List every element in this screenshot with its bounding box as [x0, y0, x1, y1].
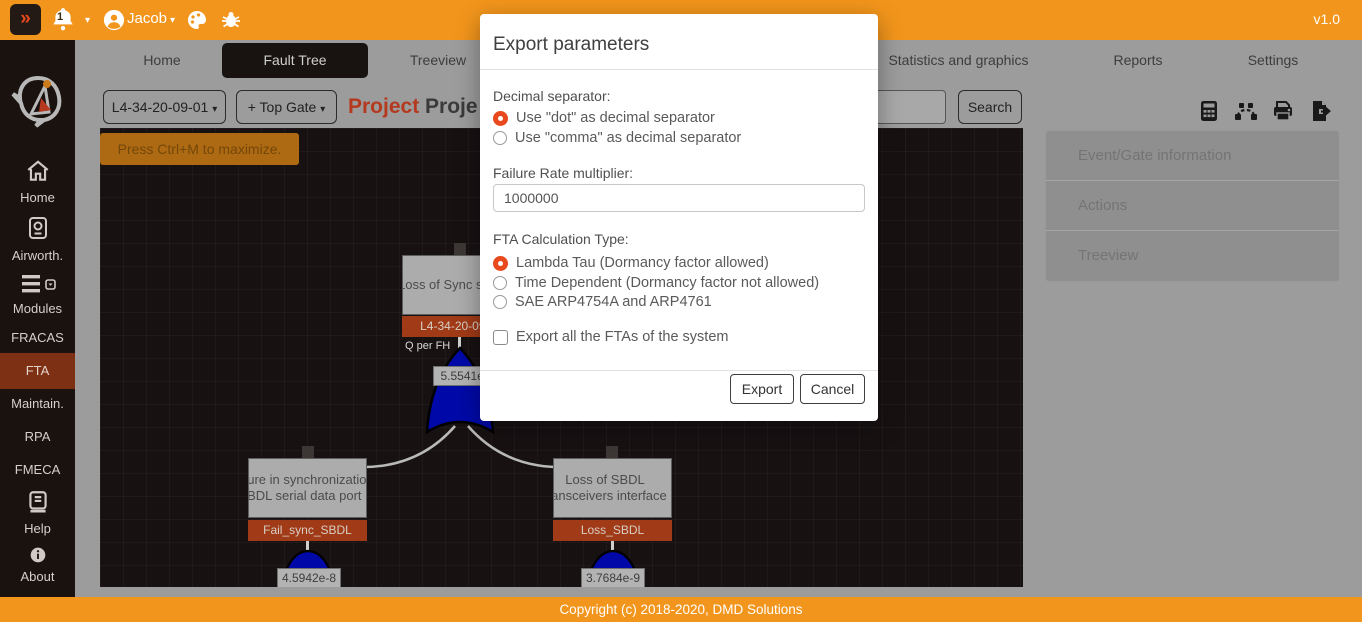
- cancel-button[interactable]: Cancel: [800, 374, 865, 404]
- radio-selected-icon[interactable]: [493, 256, 508, 271]
- export-file-icon[interactable]: [1308, 99, 1332, 128]
- sidebar-item-label: FRACAS: [11, 330, 64, 345]
- fault-node-right-code[interactable]: Loss_SBDL: [553, 520, 672, 541]
- sidebar-item-label: FTA: [26, 363, 50, 378]
- checkbox-unchecked-icon[interactable]: [493, 330, 508, 345]
- sidebar-item-airworthiness[interactable]: Airworth.: [0, 216, 75, 263]
- radio-selected-icon[interactable]: [493, 111, 508, 126]
- notification-count-badge: 1: [57, 11, 63, 23]
- connector-stub: [454, 243, 466, 255]
- radio-lambda-tau[interactable]: Lambda Tau (Dormancy factor allowed): [493, 255, 769, 271]
- tab-settings[interactable]: Settings: [1240, 43, 1306, 78]
- radio-sae-arp[interactable]: SAE ARP4754A and ARP4761: [493, 294, 712, 310]
- print-icon[interactable]: [1271, 99, 1295, 128]
- sidebar-item-label: RPA: [25, 429, 51, 444]
- failure-rate-multiplier-input[interactable]: [493, 184, 865, 212]
- sidebar-item-fracas[interactable]: FRACAS: [0, 330, 75, 345]
- fta-calculation-type-label: FTA Calculation Type:: [493, 231, 629, 247]
- passport-icon: [0, 216, 75, 245]
- radio-dot-separator[interactable]: Use "dot" as decimal separator: [493, 110, 715, 126]
- sidebar-nav: Home Airworth. Modules FRACAS FTA Mainta…: [0, 40, 75, 597]
- decimal-separator-label: Decimal separator:: [493, 88, 611, 104]
- user-avatar-icon[interactable]: [103, 9, 125, 36]
- accordion-event-gate-information[interactable]: Event/Gate information: [1046, 131, 1339, 181]
- project-title: Project Proje: [348, 95, 478, 119]
- fta-selector-dropdown[interactable]: L4-34-20-09-01 ▾: [103, 90, 226, 124]
- radio-unselected-icon[interactable]: [493, 276, 507, 290]
- tab-fault-tree[interactable]: Fault Tree: [222, 43, 368, 78]
- application-window: » 1 ▾ Jacob ▾ v1.0: [0, 0, 1362, 622]
- tab-home[interactable]: Home: [118, 43, 206, 78]
- connector-stub: [302, 446, 314, 458]
- export-parameters-modal: Export parameters Decimal separator: Use…: [480, 14, 878, 421]
- export-button[interactable]: Export: [730, 374, 794, 404]
- user-menu-caret-icon[interactable]: ▾: [170, 15, 175, 26]
- modal-header: Export parameters: [480, 14, 878, 70]
- tab-treeview[interactable]: Treeview: [398, 43, 478, 78]
- app-logo-bird-icon: [11, 70, 65, 135]
- app-version-label: v1.0: [1314, 11, 1340, 27]
- sidebar-item-label: Help: [24, 521, 51, 536]
- sidebar-item-home[interactable]: Home: [0, 158, 75, 205]
- sidebar-item-rpa[interactable]: RPA: [0, 429, 75, 444]
- sidebar-item-label: Airworth.: [12, 248, 63, 263]
- radio-unselected-icon[interactable]: [493, 295, 507, 309]
- failure-rate-multiplier-label: Failure Rate multiplier:: [493, 165, 633, 181]
- connector-stub: [606, 446, 618, 458]
- notifications-caret-icon[interactable]: ▾: [85, 15, 90, 26]
- sidebar-collapse-button[interactable]: »: [10, 4, 41, 35]
- top-gate-dropdown[interactable]: + Top Gate ▾: [236, 90, 337, 124]
- info-icon: [0, 547, 75, 566]
- fault-node-left-code[interactable]: Fail_sync_SBDL: [248, 520, 367, 541]
- modal-footer-divider: [480, 370, 878, 371]
- diagram-layout-icon[interactable]: [1233, 99, 1259, 128]
- sidebar-item-label: Maintain.: [11, 396, 64, 411]
- sidebar-item-fmeca[interactable]: FMECA: [0, 462, 75, 477]
- probability-badge: 3.7684e-9: [581, 568, 645, 587]
- sidebar-item-help[interactable]: Help: [0, 489, 75, 536]
- user-name-label[interactable]: Jacob: [127, 10, 167, 27]
- sidebar-item-label: FMECA: [15, 462, 61, 477]
- search-button[interactable]: Search: [958, 90, 1022, 124]
- sidebar-item-label: Home: [20, 190, 55, 205]
- home-icon: [0, 158, 75, 187]
- radio-unselected-icon[interactable]: [493, 131, 507, 145]
- fault-node-left-title[interactable]: Failure in synchronization SBDL serial d…: [248, 458, 367, 518]
- sidebar-item-maintain[interactable]: Maintain.: [0, 396, 75, 411]
- accordion-treeview[interactable]: Treeview: [1046, 231, 1339, 281]
- sidebar-item-label: About: [21, 569, 55, 584]
- accordion-actions[interactable]: Actions: [1046, 181, 1339, 231]
- modal-title: Export parameters: [493, 34, 865, 56]
- theme-palette-icon[interactable]: [185, 8, 209, 37]
- fault-node-right-title[interactable]: Loss of SBDL transceivers interface: [553, 458, 672, 518]
- sidebar-item-about[interactable]: About: [0, 547, 75, 584]
- radio-time-dependent[interactable]: Time Dependent (Dormancy factor not allo…: [493, 275, 819, 291]
- sidebar-item-modules[interactable]: Modules: [0, 273, 75, 316]
- modules-menu-icon: [0, 273, 75, 298]
- right-accordion-panel: Event/Gate information Actions Treeview: [1045, 130, 1340, 282]
- probability-badge: 4.5942e-8: [277, 568, 341, 587]
- footer-copyright: Copyright (c) 2018-2020, DMD Solutions: [0, 597, 1362, 622]
- export-all-ftas-checkbox-row[interactable]: Export all the FTAs of the system: [493, 329, 728, 345]
- tab-reports[interactable]: Reports: [1103, 43, 1173, 78]
- tab-statistics-and-graphics[interactable]: Statistics and graphics: [886, 43, 1031, 78]
- sidebar-item-fta-active[interactable]: FTA: [0, 353, 75, 389]
- bug-report-icon[interactable]: [219, 8, 243, 37]
- sidebar-item-label: Modules: [13, 301, 62, 316]
- radio-comma-separator[interactable]: Use "comma" as decimal separator: [493, 130, 741, 146]
- help-book-icon: [0, 489, 75, 518]
- calculator-icon[interactable]: [1197, 99, 1221, 128]
